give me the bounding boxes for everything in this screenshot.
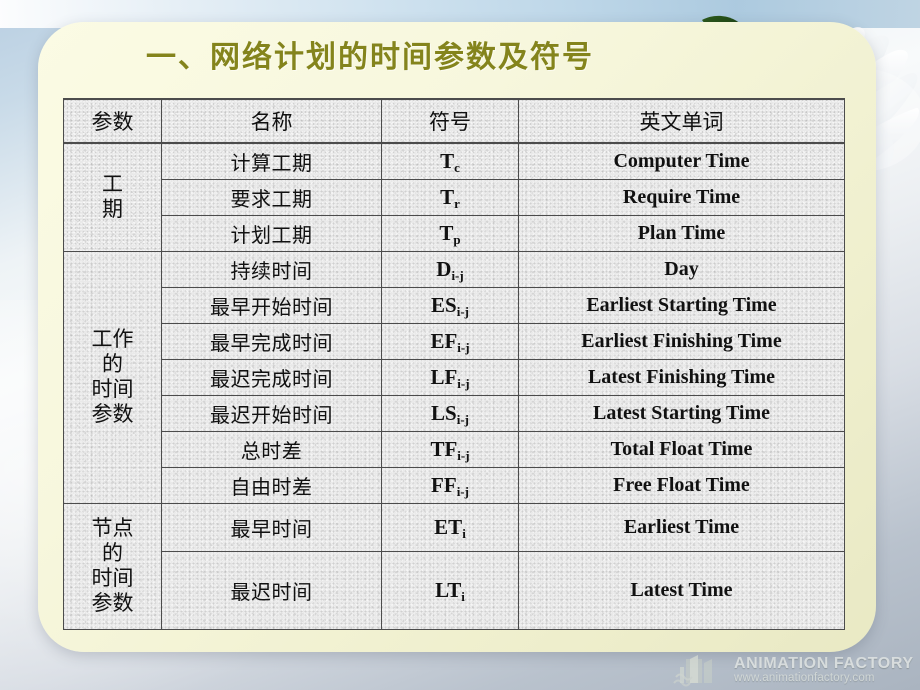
param-name: 计划工期: [161, 214, 382, 252]
param-english: Earliest Time: [518, 502, 845, 552]
group-label-duration: 工 期: [63, 142, 162, 252]
column-header-english: 英文单词: [518, 98, 845, 144]
param-symbol: Tp: [381, 214, 519, 252]
table-row: 要求工期 Tr Require Time: [64, 178, 845, 216]
param-symbol: ESi-j: [381, 286, 519, 324]
group-label-char: 的: [102, 541, 123, 566]
param-name: 最迟时间: [161, 550, 382, 630]
param-english: Latest Time: [518, 550, 845, 630]
group-label-char: 时间: [91, 377, 134, 401]
param-english: Earliest Finishing Time: [518, 322, 845, 360]
watermark-url: www.animationfactory.com: [734, 672, 875, 685]
param-name: 最迟完成时间: [161, 358, 382, 396]
param-symbol: LTi: [381, 550, 519, 630]
animation-factory-logo-icon: [673, 655, 712, 687]
table-row: 最迟完成时间 LFi-j Latest Finishing Time: [64, 358, 845, 396]
param-name: 最迟开始时间: [161, 394, 382, 432]
group-label-char: 参数: [91, 401, 134, 426]
param-symbol: LFi-j: [381, 358, 519, 396]
group-label-char: 参数: [91, 590, 134, 615]
param-english: Day: [518, 250, 845, 288]
table-row: 节点 的 时间 参数 最早时间 ETi Earliest Time: [63, 502, 845, 630]
group-label-char: 时间: [91, 566, 134, 590]
table-row: 工作 的 时间 参数 持续时间 Di-j Day: [63, 250, 845, 504]
table-row: 计划工期 Tp Plan Time: [64, 214, 845, 252]
group-label-char: 的: [102, 352, 123, 377]
param-english: Latest Finishing Time: [518, 358, 845, 396]
param-name: 最早时间: [161, 502, 382, 552]
param-symbol: Di-j: [381, 250, 519, 288]
param-symbol: LSi-j: [381, 394, 519, 432]
param-name: 计算工期: [161, 142, 382, 180]
slide-canvas: 一、网络计划的时间参数及符号 参数 名称 符号 英文单词 工 期 计算工期 Tc: [0, 0, 920, 690]
group-label-char: 工作: [91, 327, 134, 352]
table-row: 总时差 TFi-j Total Float Time: [64, 430, 845, 468]
group-label-char: 节点: [91, 516, 134, 541]
param-symbol: TFi-j: [381, 430, 519, 468]
param-name: 持续时间: [161, 250, 382, 288]
param-english: Total Float Time: [518, 430, 845, 468]
param-english: Earliest Starting Time: [518, 286, 845, 324]
page-title: 一、网络计划的时间参数及符号: [146, 41, 594, 74]
group-label-activity-params: 工作 的 时间 参数: [63, 250, 162, 504]
column-header-name: 名称: [161, 98, 382, 144]
column-header-symbol: 符号: [381, 98, 519, 144]
param-name: 自由时差: [161, 466, 382, 504]
group-label-char: 期: [102, 197, 123, 222]
table-row: 最早开始时间 ESi-j Earliest Starting Time: [64, 286, 845, 324]
time-parameters-table: 参数 名称 符号 英文单词 工 期 计算工期 Tc Computer Time …: [63, 98, 845, 630]
param-english: Require Time: [518, 178, 845, 216]
table-row: 工 期 计算工期 Tc Computer Time: [63, 142, 845, 252]
column-header-parameter: 参数: [63, 98, 162, 144]
param-name: 最早完成时间: [161, 322, 382, 360]
param-symbol: EFi-j: [381, 322, 519, 360]
table-row: 最早完成时间 EFi-j Earliest Finishing Time: [64, 322, 845, 360]
group-label-node-params: 节点 的 时间 参数: [63, 502, 162, 630]
table-row: 最迟时间 LTi Latest Time: [64, 550, 845, 630]
param-symbol: FFi-j: [381, 466, 519, 504]
param-symbol: Tr: [381, 178, 519, 216]
param-english: Latest Starting Time: [518, 394, 845, 432]
param-name: 要求工期: [161, 178, 382, 216]
param-name: 总时差: [161, 430, 382, 468]
param-english: Plan Time: [518, 214, 845, 252]
group-label-char: 工: [102, 172, 123, 197]
watermark-title: ANIMATION FACTORY: [734, 654, 914, 672]
param-symbol: Tc: [381, 142, 519, 180]
table-row: 最迟开始时间 LSi-j Latest Starting Time: [64, 394, 845, 432]
param-name: 最早开始时间: [161, 286, 382, 324]
param-symbol: ETi: [381, 502, 519, 552]
watermark: ANIMATION FACTORY www.animationfactory.c…: [672, 650, 920, 690]
param-english: Computer Time: [518, 142, 845, 180]
watermark-text: ANIMATION FACTORY www.animationfactory.c…: [734, 654, 914, 685]
table-header-row: 参数 名称 符号 英文单词: [63, 98, 845, 144]
param-english: Free Float Time: [518, 466, 845, 504]
table-row: 自由时差 FFi-j Free Float Time: [64, 466, 845, 504]
